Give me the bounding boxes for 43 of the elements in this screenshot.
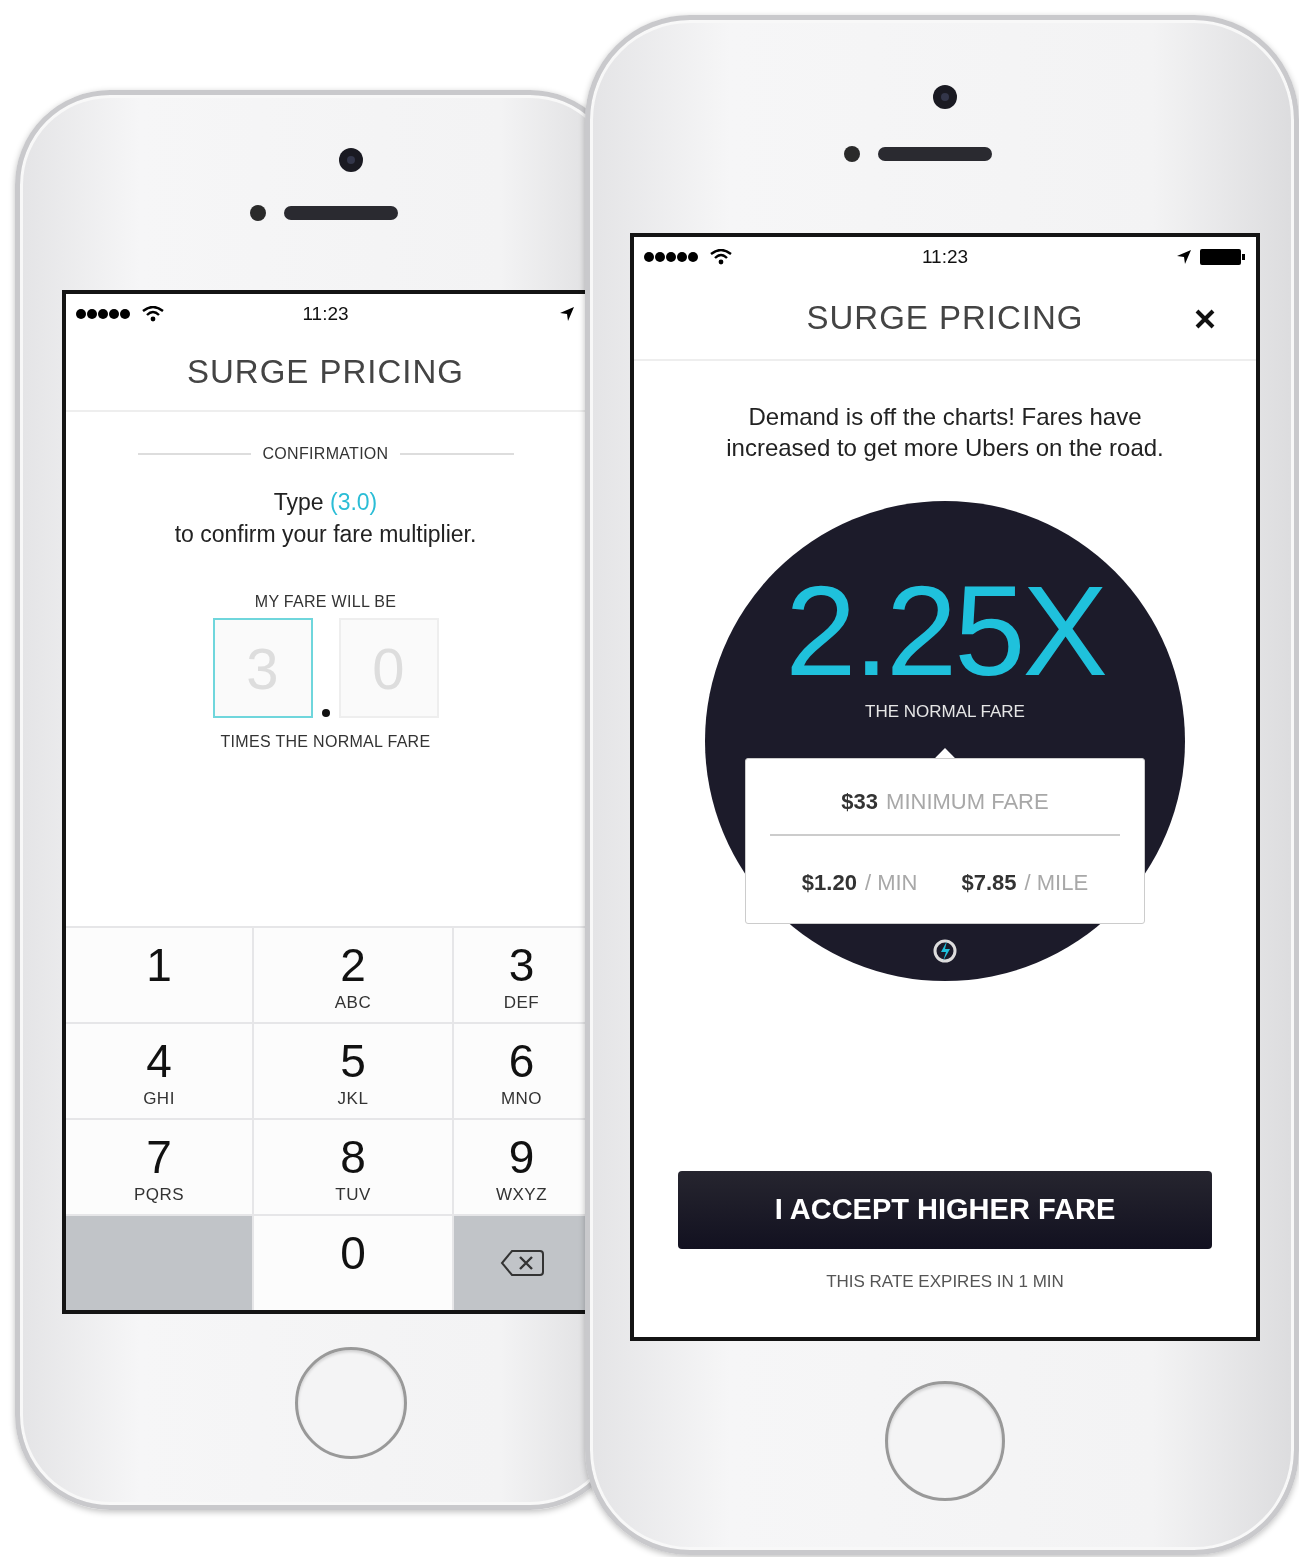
- camera-icon: [931, 83, 959, 111]
- delete-key[interactable]: [454, 1216, 585, 1310]
- message-text: Demand is off the charts! Fares have increased to get more Ubers on the road.: [725, 402, 1165, 463]
- location-arrow-icon: [559, 306, 575, 322]
- keypad-key[interactable]: 1: [66, 928, 252, 1022]
- camera-icon: [337, 146, 365, 174]
- status-time: 11:23: [921, 246, 969, 268]
- keypad-key[interactable]: 5 JKL: [254, 1024, 452, 1118]
- speaker-icon: [248, 203, 398, 223]
- keypad-key[interactable]: 6 MNO: [454, 1024, 585, 1118]
- keypad-key[interactable]: 2 ABC: [254, 928, 452, 1022]
- surge-multiplier: 2.25X: [785, 571, 1105, 691]
- wifi-icon: [142, 306, 164, 322]
- wifi-icon: [710, 249, 732, 265]
- keypad-key[interactable]: 3 DEF: [454, 928, 585, 1022]
- instruction-text: Type (3.0) to confirm your fare multiplier.: [173, 488, 478, 549]
- expiry-note: THIS RATE EXPIRES IN 1 MIN: [825, 1271, 1065, 1293]
- status-time: 11:23: [302, 303, 349, 325]
- keypad-key[interactable]: 9 WXYZ: [454, 1120, 585, 1214]
- keypad-key[interactable]: 8 TUV: [254, 1120, 452, 1214]
- fare-label: MY FARE WILL BE: [254, 593, 397, 610]
- keypad-key[interactable]: 4 GHI: [66, 1024, 252, 1118]
- keypad-key[interactable]: 0: [254, 1216, 452, 1310]
- fare-label: MINIMUM FARE: [886, 788, 1049, 816]
- decimal-point-icon: [320, 708, 331, 718]
- rate-unit: / MILE: [1024, 869, 1089, 897]
- rate-unit: / MIN: [864, 869, 918, 897]
- rate-amount: $7.85: [961, 869, 1017, 897]
- fare-caption: TIMES THE NORMAL FARE: [220, 733, 431, 750]
- multiplier-caption: THE NORMAL FARE: [865, 701, 1025, 723]
- location-arrow-icon: [1176, 249, 1192, 265]
- rate-amount: $1.20: [801, 869, 857, 897]
- section-label: CONFIRMATION: [262, 444, 389, 464]
- fare-amount: $33: [841, 788, 879, 816]
- lightning-bolt-icon: [931, 937, 959, 965]
- screen-title: SURGE PRICING: [806, 298, 1084, 339]
- backspace-icon: [499, 1248, 544, 1277]
- keypad-key[interactable]: 7 PQRS: [66, 1120, 252, 1214]
- close-icon[interactable]: [1194, 308, 1216, 330]
- screen-title: SURGE PRICING: [186, 352, 464, 393]
- battery-icon: [1200, 248, 1246, 266]
- accept-button[interactable]: I ACCEPT HIGHER FARE: [678, 1171, 1212, 1249]
- speaker-icon: [842, 144, 992, 164]
